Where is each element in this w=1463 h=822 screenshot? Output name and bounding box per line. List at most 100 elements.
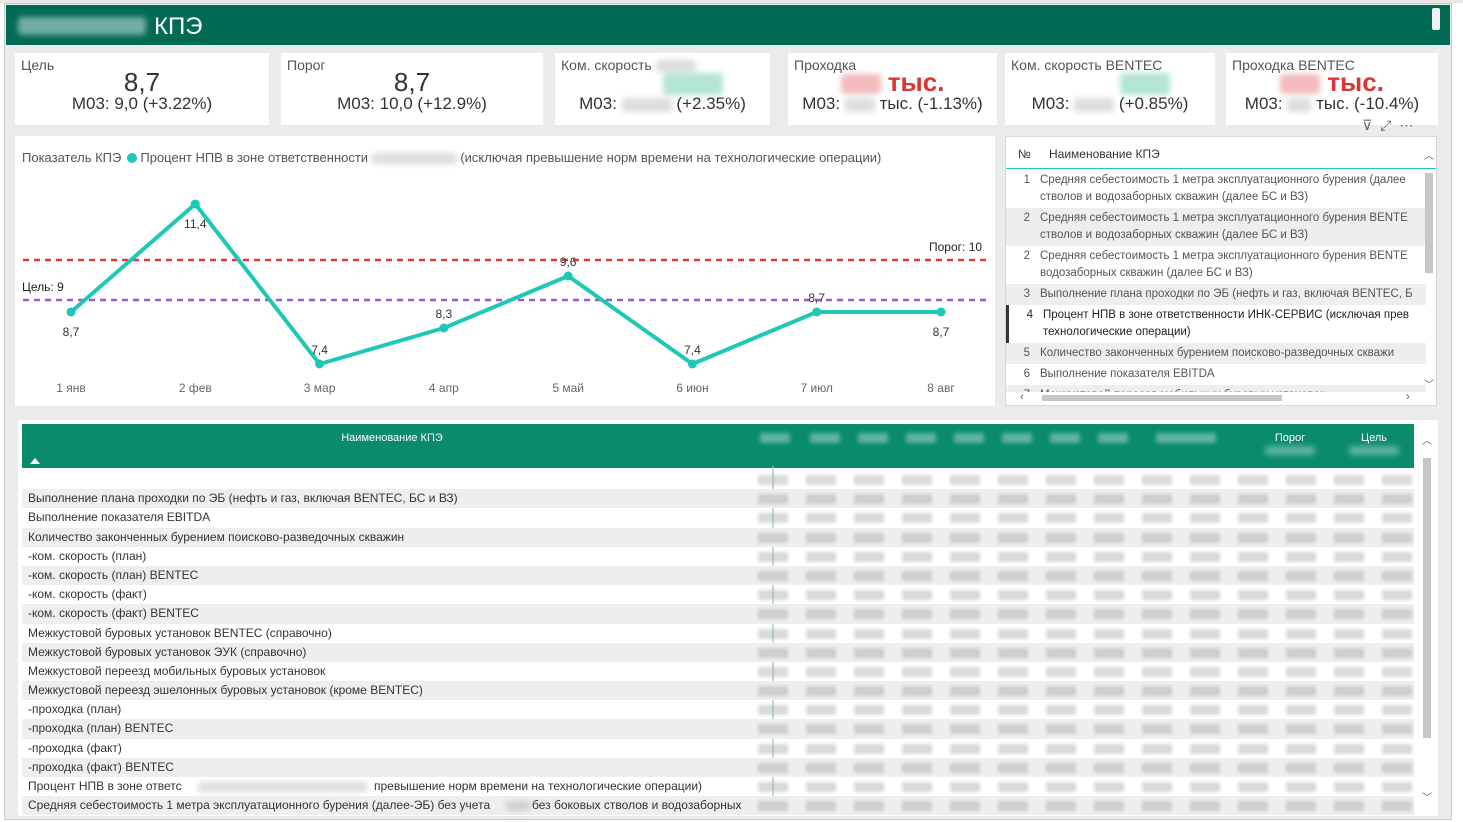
kpi-list-table[interactable]: № Наименование КПЭ 1 Средняя себестоимост… [1005,136,1437,406]
page-title: КПЭ [154,13,203,40]
kpi-card-penetration-bentec[interactable]: Проходка BENTEC тыс. М03: тыс. (-10.4%) [1226,53,1438,125]
scroll-up-icon[interactable]: ︿ [1422,432,1432,447]
data-label: 7,4 [684,343,701,357]
list-item[interactable]: 3 Выполнение плана проходки по ЭБ (нефть … [1006,284,1426,305]
column-header-target[interactable]: Цель [1334,432,1414,456]
row-label: -ком. скорость (факт) [28,587,147,602]
table-row[interactable] [22,470,1414,489]
table-row[interactable]: Выполнение плана проходки по ЭБ (нефть и… [22,489,1414,509]
row-values-blurred [758,513,1414,524]
table-row[interactable]: Межкустовой переезд эшелонных буровых ус… [22,681,1414,701]
kpi-card-comparison: М03: тыс. (-1.13%) [802,94,983,113]
list-item-number: 2 [1023,250,1030,262]
list-item[interactable]: 2 Средняя себестоимость 1 метра эксплуата… [1006,246,1426,284]
data-label: 8,7 [63,325,80,339]
list-item-number: 2 [1023,212,1030,224]
list-item[interactable]: 4 Процент НПВ в зоне ответственности ИНК-… [1006,305,1426,343]
kpi-card-commercial-speed-bentec[interactable]: Ком. скорость BENTEC М03: (+0.85%) [1005,53,1215,125]
filter-icon[interactable]: ⊽ [1362,117,1372,133]
list-item[interactable]: 6 Выполнение показателя EBITDA [1006,364,1426,385]
data-point [190,199,200,209]
focus-mode-icon[interactable]: ⤢ [1380,117,1391,133]
row-label: -проходка (план) [28,702,122,717]
list-item-name: Количество законченных бурением поисково… [1040,347,1395,359]
sort-ascending-icon[interactable] [30,458,40,464]
scroll-left-icon[interactable]: ‹ [1020,391,1024,403]
scroll-up-icon[interactable]: ︿ [1424,147,1434,162]
page-scrollbar[interactable] [1432,8,1440,30]
table-row[interactable]: Межкустовой буровых установок BENTEC (сп… [22,624,1414,643]
kpi-card-comparison: М03: (+0.85%) [1031,94,1189,113]
row-label: Количество законченных бурением поисково… [28,529,405,544]
kpi-card-comparison: М03: (+2.35%) [579,94,746,113]
threshold-line-label: Порог: 10 [929,240,982,254]
x-tick-label: 3 мар [304,381,336,395]
kpi-card-comparison: М03: тыс. (-10.4%) [1244,94,1420,113]
kpi-card-penetration[interactable]: Проходка тыс. М03: тыс. (-1.13%) [788,53,997,125]
table-row[interactable]: Средняя себестоимость 1 метра эксплуатац… [22,796,1414,816]
table-row[interactable]: -проходка (план) BENTEC [22,719,1414,739]
data-point [315,359,325,369]
table-row[interactable]: Выполнение показателя EBITDA [22,508,1414,527]
column-header-threshold[interactable]: Порог [1250,432,1330,456]
column-header-num[interactable]: № [1018,147,1031,161]
x-tick-label: 6 июн [676,381,708,395]
row-label-tail: без боковых стволов и водозаборных [532,798,742,813]
table-row[interactable]: -ком. скорость (план) BENTEC [22,565,1414,586]
row-label: -проходка (факт) BENTEC [28,759,174,774]
kpi-line-chart[interactable]: Показатель КПЭ Процент НПВ в зоне ответст… [15,136,995,406]
list-item-number: 6 [1023,368,1030,380]
chart-plot: Цель: 9 Порог: 10 8,7 11,4 7,4 8,3 9,6 7,4 8,7 8,… [22,199,987,395]
scroll-down-icon[interactable]: ﹀ [1424,376,1434,391]
column-header-name[interactable]: Наименование КПЭ [272,432,512,444]
list-item-name: Выполнение плана проходки по ЭБ (нефть и… [1040,288,1413,300]
kpi-matrix-table[interactable]: Наименование КПЭ Порог Цель Выполнение п… [18,420,1438,816]
data-point [66,307,76,317]
table-row[interactable]: Количество законченных бурением поисково… [22,527,1414,547]
row-values-blurred [758,628,1414,639]
list-item-name: Процент НПВ в зоне ответственности ИНК-С… [1043,309,1409,338]
row-values-blurred [758,551,1414,562]
more-options-icon[interactable]: ⋯ [1399,117,1413,133]
list-horizontal-scrollbar[interactable]: ‹ › [1006,391,1426,405]
table-row[interactable]: Межкустовой буровых установок ЭУК (справ… [22,642,1414,662]
kpi-card-threshold[interactable]: Порог 8,7 М03: 10,0 (+12.9%) [281,53,543,125]
row-values-blurred [758,494,1414,505]
table-row[interactable]: -ком. скорость (факт) [22,585,1414,604]
list-item-number: 5 [1023,347,1030,359]
row-values-blurred [758,743,1414,754]
row-values-blurred [758,647,1414,658]
scroll-down-icon[interactable]: ﹀ [1422,789,1432,804]
column-header-name[interactable]: Наименование КПЭ [1049,147,1160,161]
list-item-name: Выполнение показателя EBITDA [1040,368,1215,380]
scroll-thumb[interactable] [1423,458,1431,738]
list-item-number: 4 [1026,309,1033,321]
kpi-card-target[interactable]: Цель 8,7 М03: 9,0 (+3.22%) [15,53,269,125]
kpi-card-commercial-speed[interactable]: Ком. скорость М03: (+2.35%) [555,53,770,125]
table-row[interactable]: -проходка (план) [22,700,1414,719]
table-row[interactable]: -проходка (факт) BENTEC [22,757,1414,777]
table-row[interactable]: -ком. скорость (факт) BENTEC [22,604,1414,624]
row-values-blurred [758,475,1414,485]
row-values-blurred [758,801,1414,812]
table-vertical-scrollbar[interactable]: ︿ ﹀ [1422,432,1432,804]
scroll-right-icon[interactable]: › [1406,391,1410,403]
row-label: -ком. скорость (план) [28,548,147,563]
list-item[interactable]: 1 Средняя себестоимость 1 метра эксплуата… [1006,170,1426,208]
scroll-thumb[interactable] [1425,173,1433,273]
list-item-name: Средняя себестоимость 1 метра эксплуатац… [1040,174,1406,203]
table-row[interactable]: Процент НПВ в зоне ответс превышение норм… [22,777,1414,796]
table-row[interactable]: -ком. скорость (план) [22,547,1414,566]
list-item[interactable]: 2 Средняя себестоимость 1 метра эксплуата… [1006,208,1426,246]
row-values-blurred [758,666,1414,677]
table-row[interactable]: Межкустовой переезд мобильных буровых ус… [22,662,1414,681]
scroll-thumb[interactable] [1042,395,1282,401]
list-item-name: Средняя себестоимость 1 метра эксплуатац… [1040,212,1408,241]
data-point [687,359,697,369]
list-vertical-scrollbar[interactable]: ︿ ﹀ [1424,147,1434,391]
row-values-blurred [758,705,1414,716]
list-item[interactable]: 5 Количество законченных бурением поисков… [1006,343,1426,364]
row-values-blurred [758,570,1414,581]
report-header: КПЭ [6,5,1450,45]
table-row[interactable]: -проходка (факт) [22,739,1414,758]
